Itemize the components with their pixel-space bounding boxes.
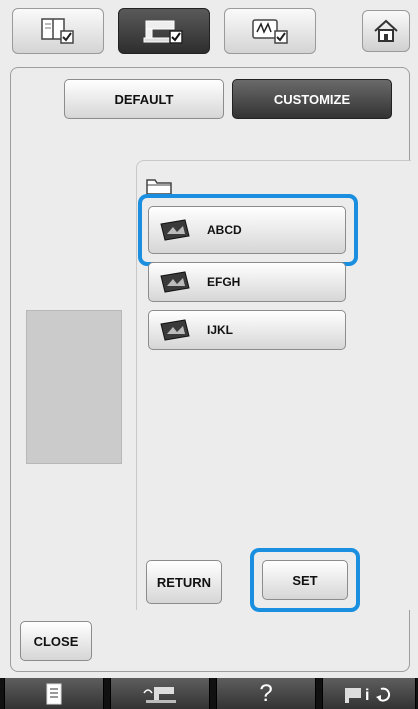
tab-book-settings[interactable] — [12, 8, 104, 54]
folder-icon[interactable] — [145, 176, 175, 196]
default-button[interactable]: DEFAULT — [64, 79, 224, 119]
sewing-machine-icon — [143, 686, 176, 703]
set-button[interactable]: SET — [262, 560, 348, 600]
svg-text:i: i — [365, 687, 369, 704]
tab-machine-settings[interactable] — [118, 8, 210, 54]
embroidery-frame-check-icon — [252, 19, 288, 44]
image-preview — [26, 310, 122, 464]
close-button[interactable]: CLOSE — [20, 621, 92, 661]
customize-button[interactable]: CUSTOMIZE — [232, 79, 392, 119]
file-item-ijkl[interactable]: IJKL — [148, 310, 346, 350]
file-item-label: ABCD — [207, 223, 242, 237]
file-item-efgh[interactable]: EFGH — [148, 262, 346, 302]
document-icon — [46, 683, 62, 704]
machine-check-icon — [143, 20, 183, 44]
file-item-label: IJKL — [207, 323, 234, 337]
image-file-icon — [160, 319, 190, 341]
help-icon: ? — [259, 679, 273, 707]
home-button[interactable] — [362, 10, 410, 52]
return-button[interactable]: RETURN — [146, 560, 222, 604]
image-file-icon — [160, 271, 190, 293]
help-button[interactable]: ? — [216, 678, 316, 709]
file-item-label: EFGH — [207, 275, 241, 289]
settings-info-button[interactable]: i — [322, 678, 416, 709]
book-check-icon — [41, 18, 74, 44]
home-icon — [374, 19, 398, 42]
machine-view-button[interactable] — [110, 678, 210, 709]
tab-embroidery-settings[interactable] — [224, 8, 316, 54]
image-file-icon — [160, 219, 190, 241]
file-item-abcd[interactable]: ABCD — [148, 206, 346, 254]
document-button[interactable] — [4, 678, 104, 709]
settings-info-icon: i — [345, 687, 391, 704]
